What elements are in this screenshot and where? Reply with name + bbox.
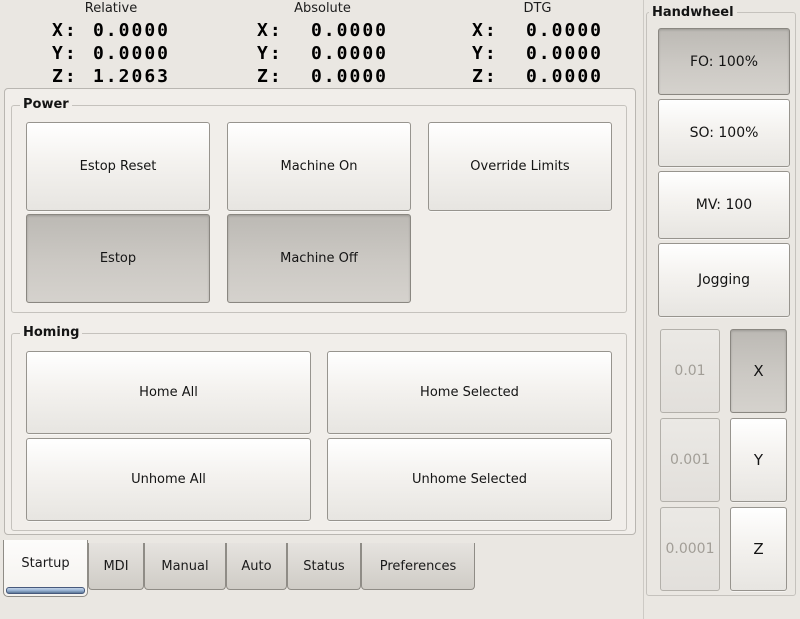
axis-label: Y: [257, 42, 283, 65]
axis-value: 0.0000 [526, 19, 603, 42]
dro-absolute-column: Absolute X: 0.0000 Y: 0.0000 Z: 0.0000 [257, 1, 388, 88]
handwheel-mode-buttons: FO: 100% SO: 100% MV: 100 Jogging [658, 28, 790, 317]
feed-override-button[interactable]: FO: 100% [658, 28, 790, 95]
main-panel: Power Estop Reset Machine On Override Li… [4, 88, 636, 535]
axis-x-button[interactable]: X [730, 329, 787, 413]
dro-row: Z: 0.0000 [257, 65, 388, 88]
increment-axis-grid: 0.01 X 0.001 Y 0.0001 Z [660, 329, 787, 591]
tab-label: MDI [103, 559, 128, 574]
axis-value: 0.0000 [526, 65, 603, 88]
increment-0-0001-button[interactable]: 0.0001 [660, 507, 720, 591]
axis-label: Z: [257, 65, 283, 88]
unhome-all-button[interactable]: Unhome All [26, 438, 311, 521]
dro-row: Y: 0.0000 [52, 42, 170, 65]
increment-0-001-button[interactable]: 0.001 [660, 418, 720, 502]
dro-row: X: 0.0000 [257, 19, 388, 42]
axis-value: 0.0000 [311, 42, 388, 65]
axis-value: 1.2063 [93, 65, 170, 88]
machine-on-button[interactable]: Machine On [227, 122, 411, 211]
power-group: Power Estop Reset Machine On Override Li… [11, 105, 627, 313]
dro-dtg-column: DTG X: 0.0000 Y: 0.0000 Z: 0.0000 [472, 1, 603, 88]
dro-row: X: 0.0000 [52, 19, 170, 42]
homing-group-label: Homing [20, 325, 82, 341]
tab-status[interactable]: Status [287, 543, 361, 590]
active-tab-indicator [6, 587, 85, 594]
axis-label: X: [472, 19, 498, 42]
tab-preferences[interactable]: Preferences [361, 543, 475, 590]
power-group-label: Power [20, 97, 72, 113]
cnc-control-screen: Relative X: 0.0000 Y: 0.0000 Z: 1.2063 Abso… [0, 0, 800, 619]
dro-absolute-title: Absolute [257, 1, 388, 19]
dro-row: Y: 0.0000 [257, 42, 388, 65]
axis-label: Z: [52, 65, 78, 88]
axis-value: 0.0000 [93, 19, 170, 42]
dro-row: X: 0.0000 [472, 19, 603, 42]
homing-button-grid: Home All Home Selected Unhome All Unhome… [12, 334, 626, 521]
dro-dtg-title: DTG [472, 1, 603, 19]
axis-label: Z: [472, 65, 498, 88]
tab-manual[interactable]: Manual [144, 543, 226, 590]
axis-value: 0.0000 [526, 42, 603, 65]
homing-group: Homing Home All Home Selected Unhome All… [11, 333, 627, 531]
dro-row: Z: 0.0000 [472, 65, 603, 88]
handwheel-group: Handwheel FO: 100% SO: 100% MV: 100 Jogg… [646, 12, 796, 596]
tab-label: Manual [161, 559, 208, 574]
axis-value: 0.0000 [311, 65, 388, 88]
tab-label: Preferences [380, 559, 456, 574]
axis-label: Y: [52, 42, 78, 65]
axis-value: 0.0000 [311, 19, 388, 42]
dro-relative-title: Relative [52, 1, 170, 19]
axis-z-button[interactable]: Z [730, 507, 787, 591]
power-button-grid: Estop Reset Machine On Override Limits E… [12, 106, 626, 303]
spindle-override-button[interactable]: SO: 100% [658, 99, 790, 167]
axis-label: X: [52, 19, 78, 42]
axis-label: X: [257, 19, 283, 42]
tab-startup[interactable]: Startup [3, 540, 88, 597]
axis-value: 0.0000 [93, 42, 170, 65]
override-limits-button[interactable]: Override Limits [428, 122, 612, 211]
home-selected-button[interactable]: Home Selected [327, 351, 612, 434]
tab-label: Status [303, 559, 344, 574]
tab-bar: Startup MDI Manual Auto Status Preferenc… [3, 540, 475, 597]
machine-off-button[interactable]: Machine Off [227, 214, 411, 303]
dro-row: Y: 0.0000 [472, 42, 603, 65]
jogging-button[interactable]: Jogging [658, 243, 790, 317]
tab-mdi[interactable]: MDI [88, 543, 144, 590]
unhome-selected-button[interactable]: Unhome Selected [327, 438, 612, 521]
home-all-button[interactable]: Home All [26, 351, 311, 434]
estop-button[interactable]: Estop [26, 214, 210, 303]
dro-relative-column: Relative X: 0.0000 Y: 0.0000 Z: 1.2063 [52, 1, 170, 88]
handwheel-group-label: Handwheel [649, 5, 737, 21]
tab-label: Auto [241, 559, 271, 574]
tab-auto[interactable]: Auto [226, 543, 287, 590]
axis-y-button[interactable]: Y [730, 418, 787, 502]
estop-reset-button[interactable]: Estop Reset [26, 122, 210, 211]
tab-label: Startup [21, 556, 69, 571]
increment-0-01-button[interactable]: 0.01 [660, 329, 720, 413]
panel-divider [643, 0, 644, 619]
max-velocity-button[interactable]: MV: 100 [658, 171, 790, 239]
dro-row: Z: 1.2063 [52, 65, 170, 88]
axis-label: Y: [472, 42, 498, 65]
